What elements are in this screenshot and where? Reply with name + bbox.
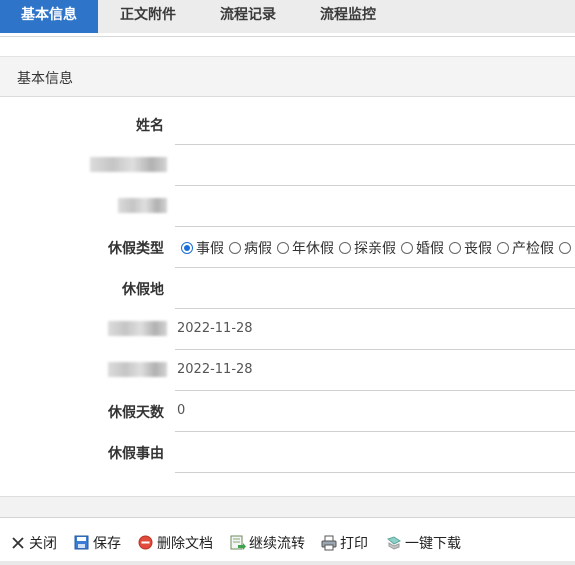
tab-divider-line xyxy=(0,36,575,37)
radio-option-bereavement[interactable]: 丧假 xyxy=(449,238,492,258)
days-field[interactable]: 0 xyxy=(175,391,575,432)
redacted-label xyxy=(118,198,167,213)
days-label: 休假天数 xyxy=(108,405,164,421)
tab-flow-monitor[interactable]: 流程监控 xyxy=(298,0,398,33)
row-end-date: 2022-11-28 xyxy=(0,350,575,391)
name-label: 姓名 xyxy=(136,118,164,134)
section-header: 基本信息 xyxy=(0,56,575,97)
close-button[interactable]: 关闭 xyxy=(10,533,57,553)
radio-icon xyxy=(497,242,509,254)
reason-label: 休假事由 xyxy=(108,446,164,462)
leave-type-field: 事假 病假 年休假 探亲假 婚假 丧假 产检假 xyxy=(175,227,575,268)
close-icon xyxy=(10,535,26,551)
start-date-value: 2022-11-28 xyxy=(177,321,253,336)
end-date-value: 2022-11-28 xyxy=(177,362,253,377)
tab-bar: 基本信息 正文附件 流程记录 流程监控 xyxy=(0,0,575,33)
leave-type-radio-group: 事假 病假 年休假 探亲假 婚假 丧假 产检假 xyxy=(181,238,575,258)
forward-document-icon xyxy=(230,535,246,551)
one-click-download-button[interactable]: 一键下载 xyxy=(386,533,461,553)
continue-flow-button[interactable]: 继续流转 xyxy=(230,533,305,553)
location-label: 休假地 xyxy=(122,282,164,298)
action-toolbar: 关闭 保存 删除文档 继续流转 打印 一键下载 xyxy=(0,517,575,565)
tab-basic-info[interactable]: 基本信息 xyxy=(0,0,98,33)
radio-option-prenatal[interactable]: 产检假 xyxy=(497,238,554,258)
location-field[interactable] xyxy=(175,268,575,309)
printer-icon xyxy=(321,535,337,551)
radio-option-marriage[interactable]: 婚假 xyxy=(401,238,444,258)
print-button[interactable]: 打印 xyxy=(321,533,368,553)
delete-document-button[interactable]: 删除文档 xyxy=(138,533,213,553)
save-icon xyxy=(74,535,90,551)
name-field[interactable] xyxy=(175,104,575,145)
row-redacted-1 xyxy=(0,145,575,186)
radio-icon xyxy=(277,242,289,254)
tab-flow-records[interactable]: 流程记录 xyxy=(198,0,298,33)
row-reason: 休假事由 xyxy=(0,432,575,473)
reason-field[interactable] xyxy=(175,432,575,473)
row-redacted-2 xyxy=(0,186,575,227)
radio-option-family-visit[interactable]: 探亲假 xyxy=(339,238,396,258)
radio-icon xyxy=(229,242,241,254)
row-name: 姓名 xyxy=(0,104,575,145)
section-title: 基本信息 xyxy=(17,71,73,87)
days-value: 0 xyxy=(177,403,186,418)
redacted-field-2[interactable] xyxy=(175,186,575,227)
radio-option-personal[interactable]: 事假 xyxy=(181,238,224,258)
window-bottom-edge xyxy=(0,561,575,565)
form-footer-band xyxy=(0,496,575,517)
row-days: 休假天数 0 xyxy=(0,391,575,432)
save-button[interactable]: 保存 xyxy=(74,533,121,553)
tab-attachments[interactable]: 正文附件 xyxy=(98,0,198,33)
row-location: 休假地 xyxy=(0,268,575,309)
radio-option-sick[interactable]: 病假 xyxy=(229,238,272,258)
row-start-date: 2022-11-28 xyxy=(0,309,575,350)
redacted-field-1[interactable] xyxy=(175,145,575,186)
radio-icon xyxy=(401,242,413,254)
start-date-field[interactable]: 2022-11-28 xyxy=(175,309,575,350)
leave-type-label: 休假类型 xyxy=(108,241,164,257)
redacted-label xyxy=(108,321,167,336)
leave-form-page: 基本信息 正文附件 流程记录 流程监控 基本信息 姓名 休假类型 事假 病假 年… xyxy=(0,0,575,565)
radio-icon xyxy=(339,242,351,254)
row-leave-type: 休假类型 事假 病假 年休假 探亲假 婚假 丧假 产检假 xyxy=(0,227,575,268)
download-icon xyxy=(386,535,402,551)
delete-icon xyxy=(138,535,154,551)
radio-option-more[interactable] xyxy=(559,242,574,254)
radio-icon xyxy=(449,242,461,254)
end-date-field[interactable]: 2022-11-28 xyxy=(175,350,575,391)
radio-option-annual[interactable]: 年休假 xyxy=(277,238,334,258)
radio-icon xyxy=(559,242,571,254)
redacted-label xyxy=(108,362,167,377)
redacted-label xyxy=(90,157,167,172)
radio-selected-icon xyxy=(181,242,193,254)
